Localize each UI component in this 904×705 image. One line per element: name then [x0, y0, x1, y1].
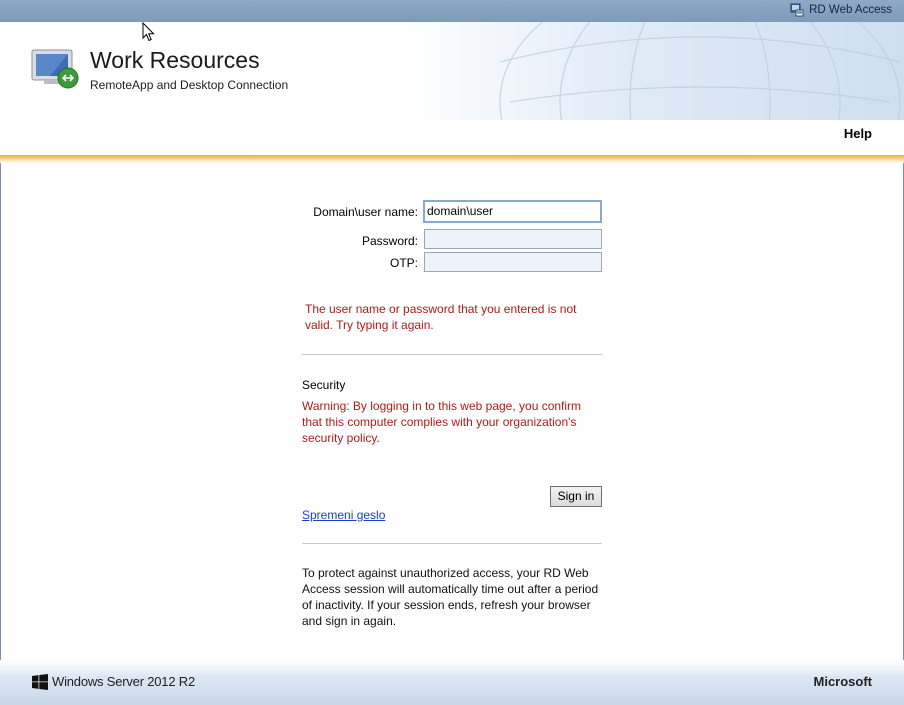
username-input[interactable]: domain\user [423, 200, 602, 223]
rd-web-access-label: RD Web Access [809, 4, 892, 16]
help-link[interactable]: Help [844, 126, 872, 141]
nav-bar: Help [0, 120, 904, 155]
password-label: Password: [361, 234, 418, 248]
orange-divider [0, 155, 904, 163]
otp-input[interactable] [424, 252, 602, 272]
windows-logo-icon [32, 674, 48, 690]
username-label: Domain\user name: [313, 205, 418, 219]
divider-1 [302, 354, 602, 355]
rd-web-access-link[interactable]: RD Web Access [790, 3, 892, 17]
footer: Windows Server 2012 R2 Microsoft [0, 660, 904, 705]
password-input[interactable] [424, 229, 602, 249]
microsoft-logo: Microsoft [813, 674, 873, 689]
security-warning: Warning: By logging in to this web page,… [302, 399, 582, 445]
top-bar: RD Web Access [0, 0, 904, 23]
windows-server-label: Windows Server 2012 R2 [52, 674, 195, 689]
mouse-cursor-icon [142, 21, 156, 45]
security-heading: Security [302, 378, 346, 392]
page-title: Work Resources [90, 47, 260, 73]
change-password-link[interactable]: Spremeni geslo [302, 508, 385, 522]
otp-label: OTP: [389, 256, 418, 270]
remote-desktop-icon [30, 44, 82, 92]
sign-in-button[interactable]: Sign in [550, 486, 602, 507]
divider-2 [302, 543, 602, 544]
page-subtitle: RemoteApp and Desktop Connection [90, 78, 289, 92]
error-message: The user name or password that you enter… [305, 302, 577, 332]
timeout-notice: To protect against unauthorized access, … [302, 566, 599, 628]
rdwa-icon [790, 3, 804, 17]
globe-graphic [499, 22, 901, 120]
header-banner: Work Resources RemoteApp and Desktop Con… [0, 22, 904, 120]
